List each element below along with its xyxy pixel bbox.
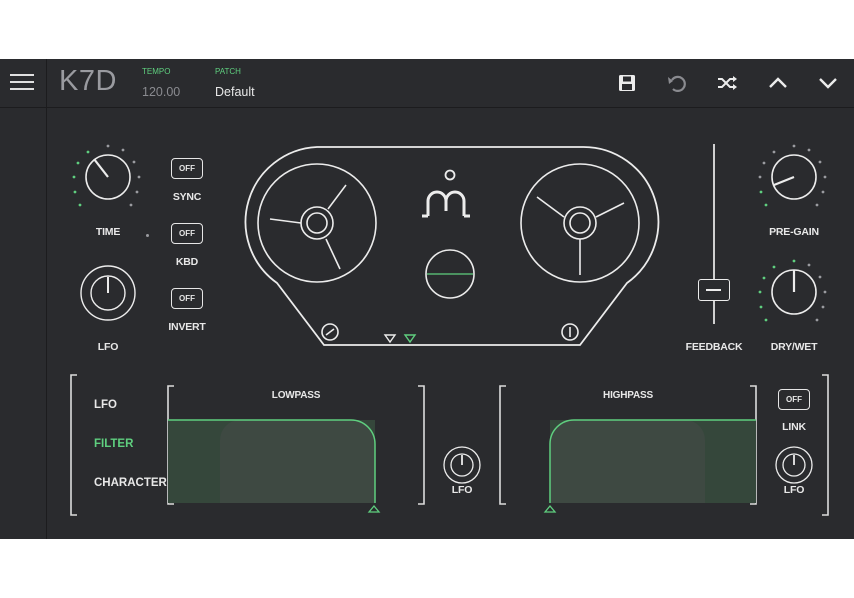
kbd-label: KBD (175, 256, 199, 268)
lfo-label: LFO (97, 341, 119, 353)
brand-logo: K7D (59, 65, 117, 97)
time-indicator-dot (146, 234, 149, 237)
left-reel (257, 163, 377, 283)
tape-head-active-icon (403, 334, 417, 344)
tape-head-icon (383, 334, 397, 344)
tempo-label: TEMPO (142, 67, 171, 76)
lowpass-title: LOWPASS (271, 390, 321, 401)
brand-m-logo (422, 169, 470, 218)
invert-label: INVERT (168, 321, 206, 333)
filter-lfo-knob[interactable] (442, 445, 482, 485)
link-label: LINK (782, 421, 806, 433)
kbd-button[interactable]: OFF (171, 223, 203, 244)
patch-label: PATCH (215, 67, 241, 76)
hamburger-menu-icon-svg (10, 74, 34, 90)
chevron-up-icon-svg (769, 77, 787, 88)
sync-button[interactable]: OFF (171, 158, 203, 179)
tempo-value[interactable]: 120.00 (142, 85, 180, 99)
lfo-knob[interactable] (78, 263, 138, 323)
drywet-label: DRY/WET (770, 341, 818, 353)
right-reel (520, 163, 640, 283)
save-icon[interactable] (616, 72, 638, 94)
chevron-down-icon-svg (819, 78, 837, 89)
invert-button[interactable]: OFF (171, 288, 203, 309)
shuffle-icon-svg (718, 76, 737, 90)
shuffle-icon[interactable] (716, 72, 738, 94)
tape-machine-graphic (244, 146, 660, 346)
feedback-label: FEEDBACK (685, 341, 743, 353)
menu-item-filter[interactable]: FILTER (94, 438, 133, 450)
level-meter (425, 249, 475, 299)
link-button[interactable]: OFF (778, 389, 810, 410)
sync-label: SYNC (172, 191, 202, 203)
save-icon-svg (619, 75, 635, 91)
menu-item-lfo[interactable]: LFO (94, 399, 117, 411)
menu-item-character[interactable]: CHARACTER (94, 477, 167, 489)
patch-value[interactable]: Default (215, 85, 255, 99)
chevron-down-icon[interactable] (817, 72, 839, 94)
undo-icon-svg (668, 75, 686, 92)
feedback-slider-handle[interactable] (698, 279, 730, 301)
time-knob[interactable] (68, 137, 148, 217)
hamburger-menu-icon[interactable] (10, 73, 34, 93)
highpass-cutoff-marker[interactable] (543, 504, 557, 513)
pregain-knob[interactable] (754, 137, 834, 217)
time-label: TIME (95, 226, 121, 238)
highpass-title: HIGHPASS (603, 390, 653, 401)
link-lfo-knob[interactable] (774, 445, 814, 485)
slider-handle-grip (706, 289, 721, 291)
chevron-up-icon[interactable] (767, 72, 789, 94)
undo-icon[interactable] (666, 72, 688, 94)
highpass-filter-display[interactable] (543, 414, 805, 514)
drywet-knob[interactable] (754, 252, 834, 332)
link-lfo-label: LFO (783, 484, 805, 496)
lowpass-filter-display[interactable] (168, 414, 428, 514)
pregain-label: PRE-GAIN (769, 226, 819, 238)
k7d-plugin-window: K7D TEMPO 120.00 PATCH Default TIME OFF … (0, 59, 854, 539)
lowpass-cutoff-marker[interactable] (367, 504, 381, 513)
filter-lfo-label: LFO (451, 484, 473, 496)
